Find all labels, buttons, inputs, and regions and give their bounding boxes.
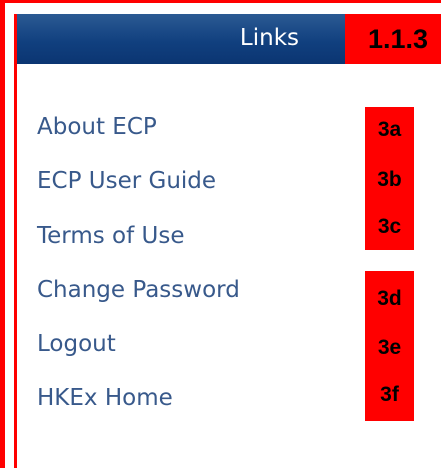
section-number-tag: 1.1.3	[345, 14, 441, 64]
ecp-user-guide-link[interactable]: ECP User Guide	[37, 166, 216, 196]
links-panel-header: Links	[17, 14, 362, 64]
annotation-tag-3c: 3c	[377, 215, 402, 238]
annotation-tag-3d: 3d	[377, 287, 402, 310]
links-panel-title: Links	[239, 25, 299, 51]
hkex-home-link[interactable]: HKEx Home	[37, 383, 173, 413]
annotation-frame-left	[0, 0, 5, 468]
about-ecp-link[interactable]: About ECP	[37, 112, 157, 142]
annotation-frame-top	[0, 0, 441, 3]
annotation-tag-3a: 3a	[377, 118, 402, 141]
annotation-tag-3b: 3b	[377, 168, 402, 191]
annotation-tag-3f: 3f	[380, 383, 399, 406]
annotation-tag-3e: 3e	[377, 336, 402, 359]
logout-link[interactable]: Logout	[37, 329, 116, 359]
annotation-panel-border	[14, 14, 17, 468]
terms-of-use-link[interactable]: Terms of Use	[37, 221, 185, 251]
change-password-link[interactable]: Change Password	[37, 275, 240, 305]
